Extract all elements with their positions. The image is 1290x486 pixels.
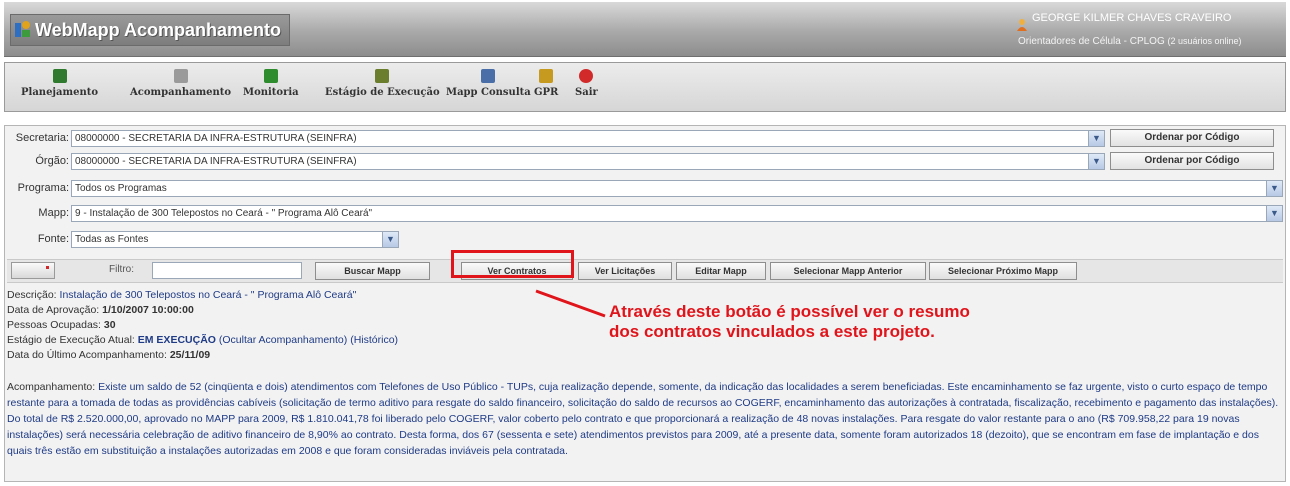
toggle-panel-button[interactable] (11, 262, 55, 279)
user-name: GEORGE KILMER CHAVES CRAVEIRO (1032, 12, 1232, 24)
selecionar-anterior-button[interactable]: Selecionar Mapp Anterior (770, 262, 926, 280)
fonte-value: Todas as Fontes (75, 234, 149, 245)
planning-icon (52, 69, 67, 83)
ver-licitacoes-button[interactable]: Ver Licitações (578, 262, 672, 280)
mapp-value: 9 - Instalação de 300 Telepostos no Cear… (75, 208, 373, 219)
secretaria-label: Secretaria: (15, 132, 69, 144)
toolbar-acompanhamento[interactable]: Acompanhamento (130, 69, 231, 98)
row-programa: Programa: Todos os Programas ▼ (5, 179, 1285, 199)
row-fonte: Fonte: Todas as Fontes ▼ (5, 230, 1285, 250)
acompanhamento-text: Acompanhamento: Existe um saldo de 52 (c… (7, 379, 1279, 459)
app-title-box: WebMapp Acompanhamento (10, 14, 291, 46)
secretaria-select[interactable]: 08000000 - SECRETARIA DA INFRA-ESTRUTURA… (71, 130, 1105, 147)
gpr-icon (539, 69, 554, 83)
order-secretaria-button[interactable]: Ordenar por Código (1110, 129, 1274, 147)
row-secretaria: Secretaria: 08000000 - SECRETARIA DA INF… (5, 129, 1285, 149)
programa-value: Todos os Programas (75, 183, 167, 194)
toolbar-label: Estágio de Execução (325, 87, 440, 98)
user-icon (1016, 18, 1027, 31)
main-toolbar: Planejamento Acompanhamento Monitoria Es… (4, 62, 1286, 112)
annotation-line-1: Através deste botão é possível ver o res… (609, 302, 970, 321)
buscar-mapp-button[interactable]: Buscar Mapp (315, 262, 430, 280)
row-mapp: Mapp: 9 - Instalação de 300 Telepostos n… (5, 204, 1285, 224)
toolbar-label: Mapp Consulta (446, 87, 531, 98)
toolbar-mapp-consulta[interactable]: Mapp Consulta (446, 69, 531, 98)
annotation-line-2: dos contratos vinculados a este projeto. (609, 322, 935, 341)
user-role: Orientadores de Célula - CPLOG (2 usuári… (1018, 36, 1242, 47)
users-online: (2 usuários online) (1167, 36, 1242, 46)
programa-label: Programa: (17, 182, 69, 194)
descricao-line: Descrição: Instalação de 300 Telepostos … (7, 288, 1283, 303)
chevron-down-icon[interactable]: ▼ (382, 232, 398, 247)
historico-link[interactable]: (Histórico) (350, 334, 398, 346)
row-orgao: Órgão: 08000000 - SECRETARIA DA INFRA-ES… (5, 152, 1285, 172)
aprovacao-label: Data de Aprovação: (7, 304, 100, 316)
filter-input[interactable] (152, 262, 302, 279)
mapp-label: Mapp: (38, 207, 69, 219)
acomp-value: Existe um saldo de 52 (cinqüenta e dois)… (7, 381, 1279, 457)
toolbar-sair[interactable]: Sair (575, 69, 598, 98)
orgao-label: Órgão: (35, 155, 69, 167)
chevron-down-icon[interactable]: ▼ (1088, 131, 1104, 146)
orgao-value: 08000000 - SECRETARIA DA INFRA-ESTRUTURA… (75, 156, 357, 167)
filter-label: Filtro: (109, 264, 134, 275)
programa-select[interactable]: Todos os Programas ▼ (71, 180, 1283, 197)
ultimo-value: 25/11/09 (169, 349, 211, 361)
ultimo-line: Data do Último Acompanhamento: 25/11/09 (7, 348, 1283, 363)
orgao-select[interactable]: 08000000 - SECRETARIA DA INFRA-ESTRUTURA… (71, 153, 1105, 170)
query-icon (481, 69, 496, 83)
webmapp-logo-icon (15, 21, 31, 39)
toolbar-label: Sair (575, 87, 598, 98)
fonte-label: Fonte: (37, 233, 69, 245)
monitor-icon (263, 69, 278, 83)
annotation-highlight-box (451, 250, 574, 278)
tracking-icon (173, 69, 188, 83)
toolbar-label: GPR (534, 87, 559, 98)
toolbar-planejamento[interactable]: Planejamento (21, 69, 98, 98)
toolbar-monitoria[interactable]: Monitoria (243, 69, 299, 98)
app-header: WebMapp Acompanhamento GEORGE KILMER CHA… (4, 2, 1286, 57)
mapp-select[interactable]: 9 - Instalação de 300 Telepostos no Cear… (71, 205, 1283, 222)
toolbar-label: Planejamento (21, 87, 99, 98)
ultimo-label: Data do Último Acompanhamento: (7, 349, 167, 361)
exit-icon (579, 69, 594, 83)
secretaria-value: 08000000 - SECRETARIA DA INFRA-ESTRUTURA… (75, 133, 357, 144)
action-bar: Filtro: Buscar Mapp Ver Contratos Ver Li… (7, 259, 1283, 283)
selecionar-proximo-button[interactable]: Selecionar Próximo Mapp (929, 262, 1077, 280)
pessoas-label: Pessoas Ocupadas: (7, 319, 101, 331)
user-info: GEORGE KILMER CHAVES CRAVEIRO Orientador… (1016, 6, 1278, 50)
descricao-value: Instalação de 300 Telepostos no Ceará - … (59, 289, 357, 301)
toolbar-gpr[interactable]: GPR (534, 69, 558, 98)
descricao-label: Descrição: (7, 289, 57, 301)
order-orgao-button[interactable]: Ordenar por Código (1110, 152, 1274, 170)
execution-stage-icon (375, 69, 390, 83)
ocultar-link[interactable]: (Ocultar Acompanhamento) (219, 334, 347, 346)
estagio-label: Estágio de Execução Atual: (7, 334, 135, 346)
chevron-down-icon[interactable]: ▼ (1266, 181, 1282, 196)
estagio-value: EM EXECUÇÃO (137, 334, 216, 346)
toolbar-estagio[interactable]: Estágio de Execução (325, 69, 440, 98)
toolbar-label: Monitoria (243, 87, 299, 98)
chevron-down-icon[interactable]: ▼ (1266, 206, 1282, 221)
editar-mapp-button[interactable]: Editar Mapp (676, 262, 766, 280)
acomp-label: Acompanhamento: (7, 381, 96, 393)
toolbar-label: Acompanhamento (130, 87, 232, 98)
annotation-text: Através deste botão é possível ver o res… (609, 302, 970, 342)
aprovacao-value: 1/10/2007 10:00:00 (102, 304, 194, 316)
user-role-text: Orientadores de Célula - CPLOG (1018, 36, 1165, 47)
fonte-select[interactable]: Todas as Fontes ▼ (71, 231, 399, 248)
app-title: WebMapp Acompanhamento (35, 19, 282, 40)
toggle-icon (46, 266, 49, 269)
chevron-down-icon[interactable]: ▼ (1088, 154, 1104, 169)
pessoas-value: 30 (103, 319, 116, 331)
